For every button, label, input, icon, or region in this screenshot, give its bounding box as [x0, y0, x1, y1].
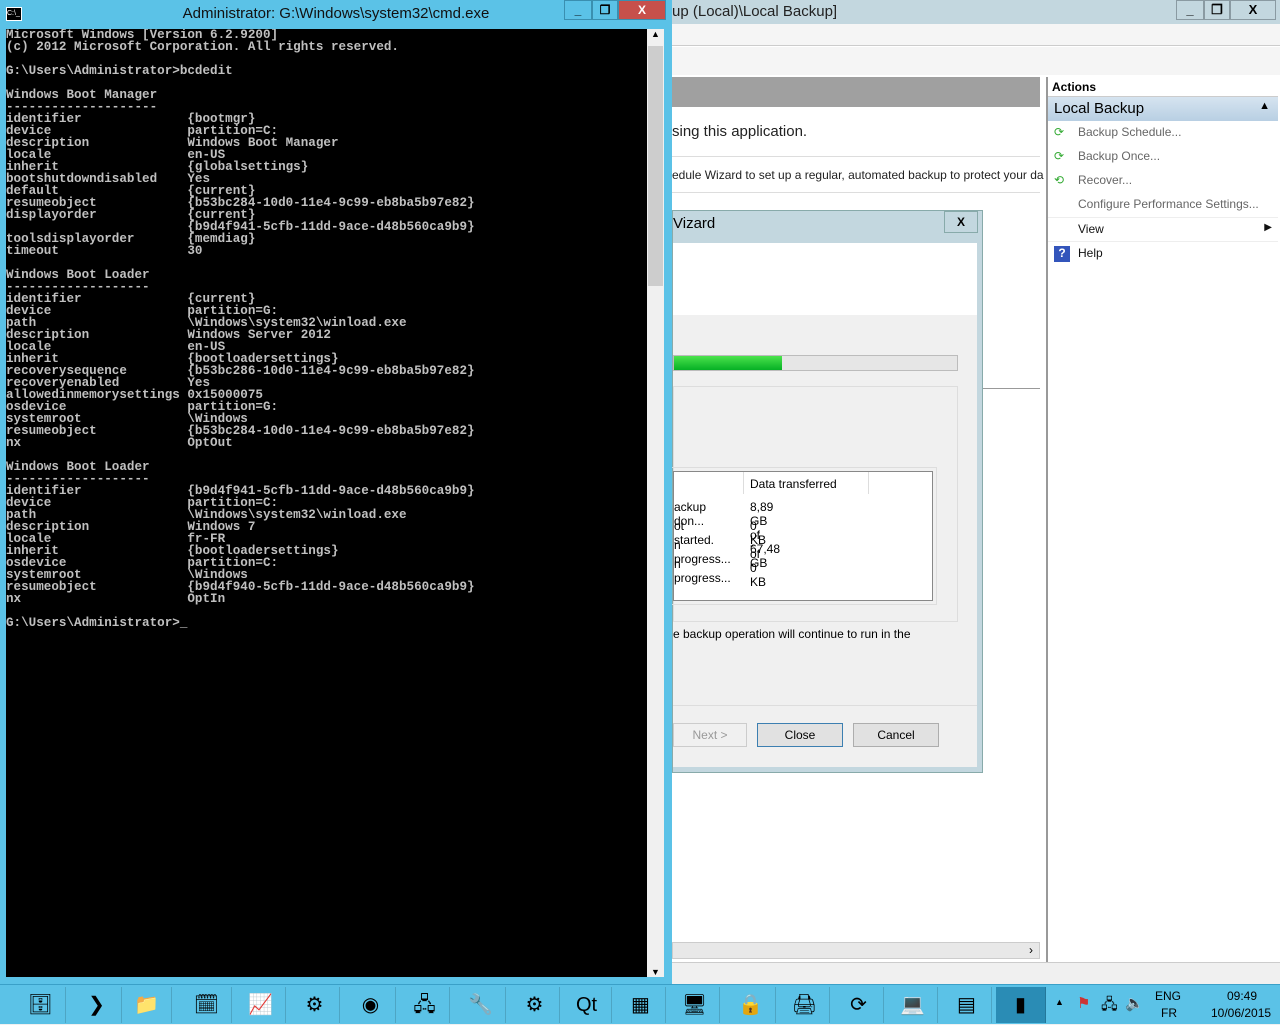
taskbar-qt-creator-icon[interactable]: Qt [562, 987, 612, 1023]
taskbar-backup-icon[interactable]: ⟳ [834, 987, 884, 1023]
toolbar [672, 47, 1280, 75]
system-tray: ▲ ⚑ 🖧 🔈 ENG FR 09:49 10/06/2015 [1055, 985, 1280, 1025]
status-table: Data transferred ackup don... 8,89 GB of … [669, 467, 937, 605]
content-header [672, 77, 1040, 107]
cmd-close-button[interactable]: X [618, 0, 666, 20]
close-button[interactable]: X [1230, 0, 1276, 20]
taskbar-network-icon[interactable]: 🖧 [400, 987, 450, 1023]
action-center-flag-icon[interactable]: ⚑ [1077, 994, 1090, 1012]
taskbar-chrome-icon[interactable]: ◉ [346, 987, 396, 1023]
local-backup-section[interactable]: Local Backup ▲ [1048, 97, 1278, 121]
taskbar-cmd-icon[interactable]: ▮ [996, 987, 1046, 1023]
taskbar-performance-monitor-icon[interactable]: 📈 [236, 987, 286, 1023]
taskbar-event-viewer-icon[interactable]: ▤ [942, 987, 992, 1023]
action-label: Recover... [1078, 173, 1133, 187]
cancel-button[interactable]: Cancel [853, 723, 939, 747]
action-help[interactable]: ? Help [1048, 241, 1278, 265]
scroll-down-icon[interactable]: ▼ [647, 967, 664, 977]
cmd-icon[interactable]: C:\_ [6, 7, 22, 21]
divider [983, 388, 1040, 389]
progress-bar [673, 355, 958, 371]
console-text: Microsoft Windows [Version 6.2.9200] (c)… [6, 29, 475, 630]
language-top[interactable]: ENG [1155, 989, 1181, 1003]
section-label: Local Backup [1054, 100, 1145, 117]
horizontal-scrollbar[interactable]: › [672, 942, 1040, 959]
info-message: sing this application. [672, 123, 808, 140]
scroll-thumb[interactable] [648, 46, 663, 286]
taskbar-registry-icon[interactable]: ▦ [616, 987, 666, 1023]
wizard-header-area [673, 243, 977, 315]
table-cell: n progress... [674, 557, 731, 585]
column-header[interactable]: Data transferred [744, 472, 869, 494]
backup-schedule-icon: ⟳ [1054, 125, 1065, 139]
action-backup-once[interactable]: ⟳ Backup Once... [1048, 145, 1278, 169]
taskbar-server-manager-icon[interactable]: 🗄 [16, 987, 66, 1023]
scroll-up-icon[interactable]: ▲ [647, 29, 664, 45]
table-cell: - [750, 538, 754, 552]
action-recover[interactable]: ⟲ Recover... [1048, 169, 1278, 193]
clock-time[interactable]: 09:49 [1227, 989, 1257, 1003]
collapse-icon[interactable]: ▲ [1259, 100, 1270, 112]
cmd-minimize-button[interactable]: _ [564, 0, 592, 20]
language-bottom[interactable]: FR [1161, 1006, 1177, 1020]
wizard-close-button[interactable]: X [944, 211, 978, 233]
action-label: Backup Once... [1078, 149, 1161, 163]
taskbar-tools-icon[interactable]: 🔧 [456, 987, 506, 1023]
divider [672, 192, 1040, 193]
clock-date[interactable]: 10/06/2015 [1211, 1006, 1271, 1020]
wizard-body: Data transferred ackup don... 8,89 GB of … [669, 243, 977, 767]
taskbar-file-explorer-icon[interactable]: 📁 [122, 987, 172, 1023]
taskbar-printer-icon[interactable]: 🖨 [780, 987, 830, 1023]
action-configure-performance[interactable]: Configure Performance Settings... [1048, 193, 1278, 217]
action-label: Backup Schedule... [1078, 125, 1182, 139]
submenu-arrow-icon: ▶ [1264, 222, 1272, 233]
restore-button[interactable]: ❐ [1204, 0, 1230, 20]
action-label: Help [1078, 246, 1103, 260]
recover-icon: ⟲ [1054, 173, 1065, 187]
action-label: Configure Performance Settings... [1078, 197, 1259, 211]
action-label: View [1078, 222, 1104, 236]
close-wizard-button[interactable]: Close [757, 723, 843, 747]
taskbar-computer-icon[interactable]: 💻 [888, 987, 938, 1023]
cmd-restore-button[interactable]: ❐ [592, 0, 618, 20]
taskbar-remote-desktop-icon[interactable]: 🖥 [670, 987, 720, 1023]
status-bar [672, 962, 1280, 984]
column-header[interactable] [674, 472, 744, 494]
wizard-title: Vizard [673, 215, 716, 232]
divider [672, 156, 1040, 157]
taskbar: 🗄 ❯ 📁 🗓 📈 ⚙ ◉ 🖧 🔧 ⚙ Qt ▦ 🖥 🔒 🖨 ⟳ 💻 ▤ ▮ ▲ ⚑ 🖧 🔈 ENG FR 09:4… [0, 984, 1280, 1024]
show-hidden-icons[interactable]: ▲ [1055, 997, 1064, 1007]
taskbar-task-scheduler-icon[interactable]: 🗓 [182, 987, 232, 1023]
cmd-window: Administrator: G:\Windows\system32\cmd.e… [0, 0, 672, 984]
network-icon[interactable]: 🖧 [1101, 994, 1118, 1019]
wizard-note: e backup operation will continue to run … [673, 627, 911, 641]
help-icon: ? [1054, 246, 1070, 262]
taskbar-security-icon[interactable]: 🔒 [726, 987, 776, 1023]
minimize-button[interactable]: _ [1176, 0, 1204, 20]
actions-pane: Actions Local Backup ▲ ⟳ Backup Schedule..… [1046, 77, 1278, 962]
hint-message: edule Wizard to set up a regular, automa… [672, 168, 1044, 182]
volume-muted-icon[interactable]: 🔈 [1125, 994, 1144, 1012]
taskbar-control-panel-icon[interactable]: ⚙ [290, 987, 340, 1023]
taskbar-services-icon[interactable]: ⚙ [510, 987, 560, 1023]
divider [673, 705, 977, 706]
menu-bar [672, 24, 1280, 46]
console-output[interactable]: Microsoft Windows [Version 6.2.9200] (c)… [6, 29, 647, 977]
backup-once-icon: ⟳ [1054, 149, 1065, 163]
actions-header: Actions [1048, 77, 1278, 97]
progress-fill [674, 356, 782, 370]
taskbar-powershell-icon[interactable]: ❯ [72, 987, 122, 1023]
action-view[interactable]: View ▶ [1048, 217, 1278, 241]
table-cell: 0 KB of 0 KB [750, 519, 767, 589]
backup-wizard-dialog: Vizard X Data transferred ackup don... 8,… [669, 210, 983, 773]
scroll-right-icon[interactable]: › [1023, 943, 1039, 958]
vertical-scrollbar[interactable]: ▲ ▼ [647, 29, 664, 977]
table-cell: - [750, 557, 754, 571]
next-button[interactable]: Next > [673, 723, 747, 747]
action-backup-schedule[interactable]: ⟳ Backup Schedule... [1048, 121, 1278, 145]
